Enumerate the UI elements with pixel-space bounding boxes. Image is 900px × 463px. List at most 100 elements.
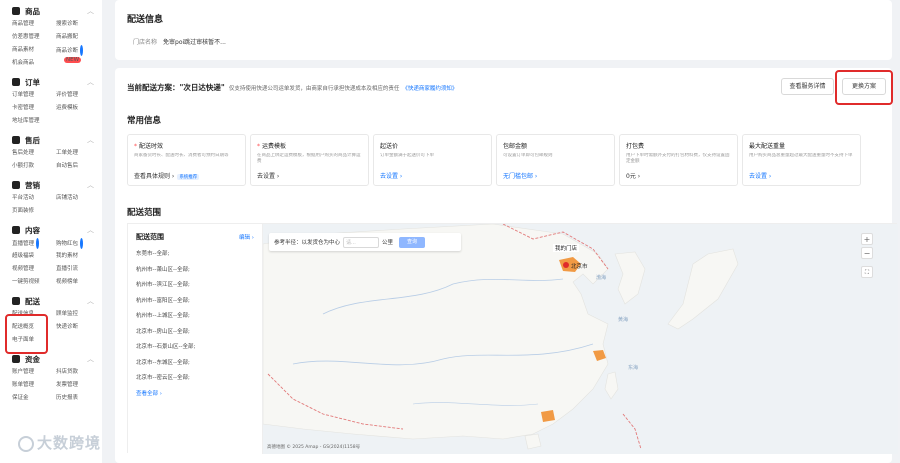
sidebar-item[interactable]: 平台活动 [12,193,56,204]
range-list-item: 北京市--房山区--全部; [136,328,190,335]
sidebar-item[interactable]: 保证金 [12,393,56,404]
sidebar-section-header[interactable]: 订单 ︿ [12,76,94,88]
sidebar-item-label: 一键剪视频 [12,279,40,285]
main-content: 配送信息 门店名称 免审poi跳过审核暂不... 当前配送方案："次日达快递" 仅支… [115,0,900,463]
info-card-value[interactable]: 无门槛包邮 › [503,171,608,180]
sidebar-item[interactable]: 工单处理 [56,148,100,159]
sidebar-item[interactable]: 商品诊断 [56,45,100,56]
radius-label: 参考半径：以发货仓为中心 [274,240,341,246]
info-card: 包邮金额 可设置订单即可包邮规则 无门槛包邮 › [496,134,615,186]
sidebar-section-header[interactable]: 资金 ︿ [12,353,94,365]
info-card-value-text[interactable]: 查看具体规则 › [134,173,174,180]
section-icon [12,226,20,234]
sidebar-item[interactable]: 仿差惠管理 [12,32,56,43]
chevron-up-icon[interactable]: ︿ [87,135,94,145]
chevron-up-icon[interactable]: ︿ [87,6,94,16]
sidebar-item-label: 发票管理 [56,382,79,388]
sidebar-item[interactable]: 我的素材 [56,251,100,262]
view-service-detail-button[interactable]: 查看服务详情 [781,78,834,95]
sidebar-item[interactable]: 评价管理 [56,90,100,101]
sidebar-section-title: 售后 [25,135,40,145]
query-button[interactable]: 查询 [399,236,426,248]
chevron-up-icon[interactable]: ︿ [87,354,94,364]
info-card-desc: 用户下单时需额外支付的打包材料费，仅支持设置固定金额 [626,153,730,164]
sidebar-item[interactable]: 机会商品 NEW [12,57,82,69]
sidebar-item[interactable]: 商品素材 [12,45,56,56]
sidebar-item[interactable]: 发票管理 [56,380,100,391]
radius-input[interactable]: 请... [343,236,380,248]
view-all-link[interactable]: 查看全部 › [136,389,254,397]
status-dot-icon [80,45,84,56]
info-card: 打包费用户下单时需额外支付的打包材料费，仅支持设置固定金额 0元 › [619,134,738,186]
sidebar-item[interactable]: 直播引流 [56,264,100,275]
store-info: 门店名称 免审poi跳过审核暂不... [133,37,226,46]
sidebar-item[interactable]: 地址库管理 [12,116,56,127]
info-card-title-text: 打包费 [626,143,645,150]
chevron-up-icon[interactable]: ︿ [87,296,94,306]
current-plan: 当前配送方案："次日达快递" 仅支持使用快递公司运单发货，由商家自行承担快递成本及… [127,82,457,93]
sidebar-item[interactable]: 卡密管理 [12,103,56,114]
map-attribution: 高德地图 © 2025 Amap - GS(2024)1158号 [267,445,361,450]
sidebar-section: 商品 ︿ 商品管理 搜索诊断NEW 仿差惠管理 商品搬配商品素材 商品诊断机会商品 NEW [0,0,102,71]
new-badge: NEW [64,57,82,63]
info-card: 最大配送重量 用户购买商品总重量超过最大配送重量时不支持下单 去设置 › [742,134,861,186]
sidebar-item[interactable]: 快递诊断 [56,322,100,333]
info-card-value[interactable]: 0元 › [626,171,731,180]
zoom-in-button[interactable]: + [861,233,873,245]
section-icon [12,7,20,15]
sidebar-item[interactable]: 小额打款 [12,161,56,172]
info-card-value[interactable]: 查看具体规则 › 系统推荐 [134,171,239,180]
fullscreen-icon[interactable]: ⛶ [861,266,873,278]
land-mass [263,224,609,440]
sidebar-item[interactable]: 订单管理 [12,90,56,101]
sidebar-item[interactable]: 直播管理 [12,238,56,249]
sidebar-item[interactable]: 自动售后 [56,161,100,172]
sidebar-item[interactable]: 超级福袋 [12,251,56,262]
sidebar-section-header[interactable]: 营销 ︿ [12,179,94,191]
sidebar-item[interactable]: 视频榜单 [56,277,100,288]
info-card-value[interactable]: 去设置 › [380,171,485,180]
sidebar-item[interactable]: 购物红包 [56,238,100,249]
sidebar-item[interactable]: 店铺活动NEW [56,193,100,204]
range-edit-link[interactable]: 编辑 › [239,233,254,241]
sidebar-item[interactable]: 顾单监控 [56,309,100,320]
info-card-title: * 运费模板 [257,141,362,150]
sidebar-item[interactable]: 商品管理 [12,19,56,30]
sidebar-item-label: 店铺活动 [56,195,79,201]
sidebar-section-header[interactable]: 商品 ︿ [12,5,94,17]
chevron-up-icon[interactable]: ︿ [87,77,94,87]
sidebar-item[interactable]: 账户管理 [12,367,56,378]
sidebar-item[interactable]: 搜索诊断NEW [56,19,100,30]
sidebar-item-label: 卡密管理 [12,105,35,111]
delivery-range-title: 配送范围 [127,208,162,218]
info-card-value-text[interactable]: 去设置 › [257,173,279,180]
info-card-value[interactable]: 去设置 › [749,171,854,180]
plan-terms-link[interactable]: 《快递商家履约须知》 [402,86,457,92]
sidebar-item[interactable]: 视频管理 [12,264,56,275]
sidebar-item[interactable]: 抖店贷款 [56,367,100,378]
info-card-value-text[interactable]: 无门槛包邮 › [503,173,537,180]
plan-desc: 仅支持使用快递公司运单发货，由商家自行承担快递成本及相应的责任 [228,86,400,92]
info-card-value-text[interactable]: 去设置 › [749,173,771,180]
sidebar-item[interactable]: 售后处理 [12,148,56,159]
sidebar-item[interactable]: 历史报表 [56,393,100,404]
info-card-value-text[interactable]: 0元 › [626,173,640,180]
sidebar-section: 资金 ︿ 账户管理 抖店贷款 账单管理 发票管理 保证金 历史报表 [0,348,102,406]
map[interactable]: 我的门店 北京市 渤海 黄海 东海 参考半径：以发货仓为中心 请... 公里 查… [263,224,898,454]
sidebar-section-title: 营销 [25,180,40,190]
sidebar-section-header[interactable]: 内容 ︿ [12,224,94,236]
sidebar-item[interactable]: 账单管理 [12,380,56,391]
sidebar-item[interactable]: 运费模板 [56,103,100,114]
sidebar-item[interactable]: 页面装修 [12,206,56,217]
sidebar-item[interactable]: 一键剪视频 [12,277,56,288]
info-card-value[interactable]: 去设置 › [257,171,362,180]
zoom-out-button[interactable]: − [861,247,873,259]
sidebar-section-header[interactable]: 售后 ︿ [12,134,94,146]
info-card-title-text: 起送价 [380,143,399,150]
chevron-up-icon[interactable]: ︿ [87,225,94,235]
info-card-value-text[interactable]: 去设置 › [380,173,402,180]
sidebar-section-header[interactable]: 配送 ︿ [12,295,94,307]
sidebar-item[interactable]: 商品搬配 [56,32,100,43]
chevron-up-icon[interactable]: ︿ [87,180,94,190]
sidebar-item-label: 我的素材 [56,253,79,259]
